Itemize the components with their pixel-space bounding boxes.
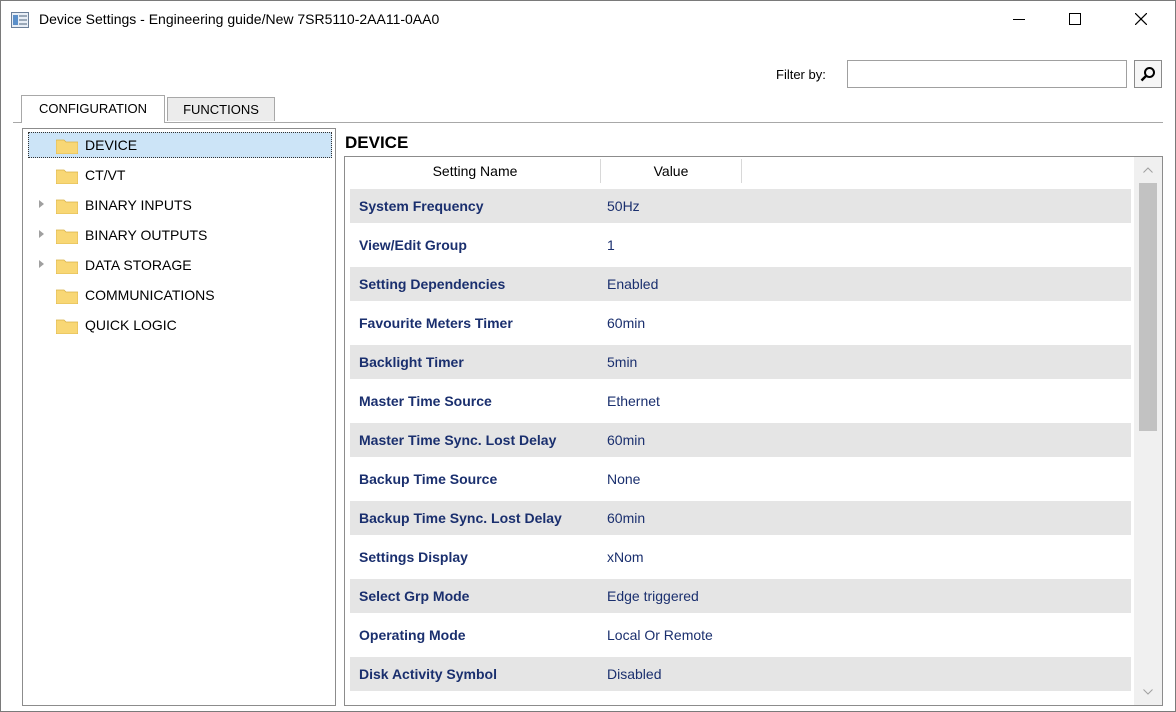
setting-name-cell: View/Edit Group xyxy=(359,237,467,253)
device-settings-window: Device Settings - Engineering guide/New … xyxy=(0,0,1176,712)
setting-value-cell[interactable]: 60min xyxy=(607,509,645,527)
setting-value-cell[interactable]: xNom xyxy=(607,548,644,566)
table-row[interactable]: View/Edit Group 1 xyxy=(350,228,1131,262)
scroll-up-button[interactable] xyxy=(1134,161,1162,179)
window-title: Device Settings - Engineering guide/New … xyxy=(39,11,440,27)
tree-item-label: CT/VT xyxy=(85,167,126,183)
close-button[interactable] xyxy=(1119,1,1163,37)
folder-icon xyxy=(56,289,78,304)
setting-name-cell: Operating Mode xyxy=(359,627,466,643)
setting-value-cell[interactable]: Disabled xyxy=(607,665,661,683)
folder-icon xyxy=(56,169,78,184)
table-row[interactable]: Backup Time Sync. Lost Delay 60min xyxy=(350,501,1131,535)
table-row[interactable]: Backlight Timer 5min xyxy=(350,345,1131,379)
settings-tree[interactable]: DEVICE CT/VT BINARY INPUTS BINARY OUTPUT… xyxy=(22,128,336,706)
tree-item-device[interactable]: DEVICE xyxy=(23,131,333,159)
setting-value-cell[interactable]: 60min xyxy=(607,431,645,449)
table-row[interactable]: Select Grp Mode Edge triggered xyxy=(350,579,1131,613)
tree-item-label: DATA STORAGE xyxy=(85,257,192,273)
scroll-down-button[interactable] xyxy=(1134,683,1162,701)
app-icon xyxy=(11,12,29,28)
setting-name-cell: Disk Activity Symbol xyxy=(359,666,497,682)
folder-icon xyxy=(56,139,78,154)
setting-value-cell[interactable]: 5min xyxy=(607,353,637,371)
tree-item-label: QUICK LOGIC xyxy=(85,317,177,333)
tree-item-binary-outputs[interactable]: BINARY OUTPUTS xyxy=(23,221,333,249)
table-row[interactable]: Operating Mode Local Or Remote xyxy=(350,618,1131,652)
chevron-down-icon xyxy=(1143,689,1153,695)
filter-label: Filter by: xyxy=(776,67,826,82)
setting-name-cell: Backup Time Source xyxy=(359,471,498,487)
tree-item-label: BINARY OUTPUTS xyxy=(85,227,208,243)
setting-value-cell[interactable]: Enabled xyxy=(607,275,658,293)
tab-configuration[interactable]: CONFIGURATION xyxy=(21,95,165,123)
setting-value-cell[interactable]: 1 xyxy=(607,236,615,254)
setting-name-cell: Master Time Sync. Lost Delay xyxy=(359,432,557,448)
folder-icon xyxy=(56,259,78,274)
setting-value-cell[interactable]: 50Hz xyxy=(607,197,640,215)
setting-name-cell: Settings Display xyxy=(359,549,468,565)
close-icon xyxy=(1135,13,1147,25)
table-row[interactable]: Disk Activity Symbol Disabled xyxy=(350,657,1131,691)
scrollbar-thumb[interactable] xyxy=(1139,183,1157,431)
tree-item-binary-inputs[interactable]: BINARY INPUTS xyxy=(23,191,333,219)
minimize-button[interactable] xyxy=(997,1,1041,37)
minimize-icon xyxy=(1013,19,1025,20)
setting-value-cell[interactable]: None xyxy=(607,470,640,488)
column-header-setting-name[interactable]: Setting Name xyxy=(350,159,601,183)
search-icon xyxy=(1140,67,1155,82)
filter-input[interactable] xyxy=(847,60,1127,88)
folder-icon xyxy=(56,229,78,244)
column-header-value[interactable]: Value xyxy=(601,159,742,183)
folder-icon xyxy=(56,199,78,214)
setting-value-cell[interactable]: Edge triggered xyxy=(607,587,699,605)
maximize-icon xyxy=(1069,13,1081,25)
tree-item-communications[interactable]: COMMUNICATIONS xyxy=(23,281,333,309)
setting-name-cell: Setting Dependencies xyxy=(359,276,506,292)
setting-name-cell: Favourite Meters Timer xyxy=(359,315,513,331)
tree-item-quick-logic[interactable]: QUICK LOGIC xyxy=(23,311,333,339)
tree-item-label: DEVICE xyxy=(85,137,138,153)
table-row[interactable]: Favourite Meters Timer 60min xyxy=(350,306,1131,340)
expand-arrow-icon[interactable] xyxy=(39,200,44,208)
expand-arrow-icon[interactable] xyxy=(39,260,44,268)
table-row[interactable]: Settings Display xNom xyxy=(350,540,1131,574)
setting-name-cell: Backlight Timer xyxy=(359,354,464,370)
table-row[interactable]: Backup Time Source None xyxy=(350,462,1131,496)
table-row[interactable]: Master Time Sync. Lost Delay 60min xyxy=(350,423,1131,457)
setting-name-cell: System Frequency xyxy=(359,198,484,214)
tree-item-data-storage[interactable]: DATA STORAGE xyxy=(23,251,333,279)
setting-value-cell[interactable]: Local Or Remote xyxy=(607,626,713,644)
title-bar[interactable]: Device Settings - Engineering guide/New … xyxy=(1,1,1175,37)
filter-search-button[interactable] xyxy=(1134,60,1162,88)
settings-grid: Setting Name Value System Frequency 50Hz… xyxy=(344,156,1163,706)
vertical-scrollbar[interactable] xyxy=(1134,157,1162,705)
table-row[interactable]: Setting Dependencies Enabled xyxy=(350,267,1131,301)
tree-item-ct-vt[interactable]: CT/VT xyxy=(23,161,333,189)
chevron-up-icon xyxy=(1143,167,1153,173)
expand-arrow-icon[interactable] xyxy=(39,230,44,238)
tree-item-label: BINARY INPUTS xyxy=(85,197,192,213)
maximize-button[interactable] xyxy=(1053,1,1097,37)
section-title: DEVICE xyxy=(345,133,409,152)
setting-value-cell[interactable]: Ethernet xyxy=(607,392,660,410)
setting-name-cell: Select Grp Mode xyxy=(359,588,470,604)
table-row[interactable]: System Frequency 50Hz xyxy=(350,189,1131,223)
folder-icon xyxy=(56,319,78,334)
setting-value-cell[interactable]: 60min xyxy=(607,314,645,332)
setting-name-cell: Backup Time Sync. Lost Delay xyxy=(359,510,562,526)
tree-item-label: COMMUNICATIONS xyxy=(85,287,215,303)
tab-functions[interactable]: FUNCTIONS xyxy=(167,97,275,121)
setting-name-cell: Master Time Source xyxy=(359,393,492,409)
table-row[interactable]: Master Time Source Ethernet xyxy=(350,384,1131,418)
